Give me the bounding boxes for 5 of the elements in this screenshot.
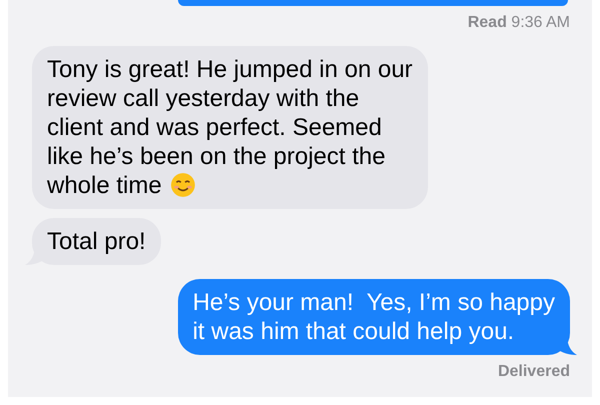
message-text: He’s your man! Yes, I’m so happy it was him that could help you. bbox=[192, 289, 555, 345]
message-text: Total pro! bbox=[47, 228, 146, 255]
receipt-text: Delivered bbox=[498, 362, 570, 381]
receipt-text: Read 9:36 AM bbox=[468, 13, 570, 32]
message-text: Tony is great! He jumped in on our review call yesterday with the client and was perfect. Seemed like he’s been on the project the whole time bbox=[47, 56, 413, 199]
